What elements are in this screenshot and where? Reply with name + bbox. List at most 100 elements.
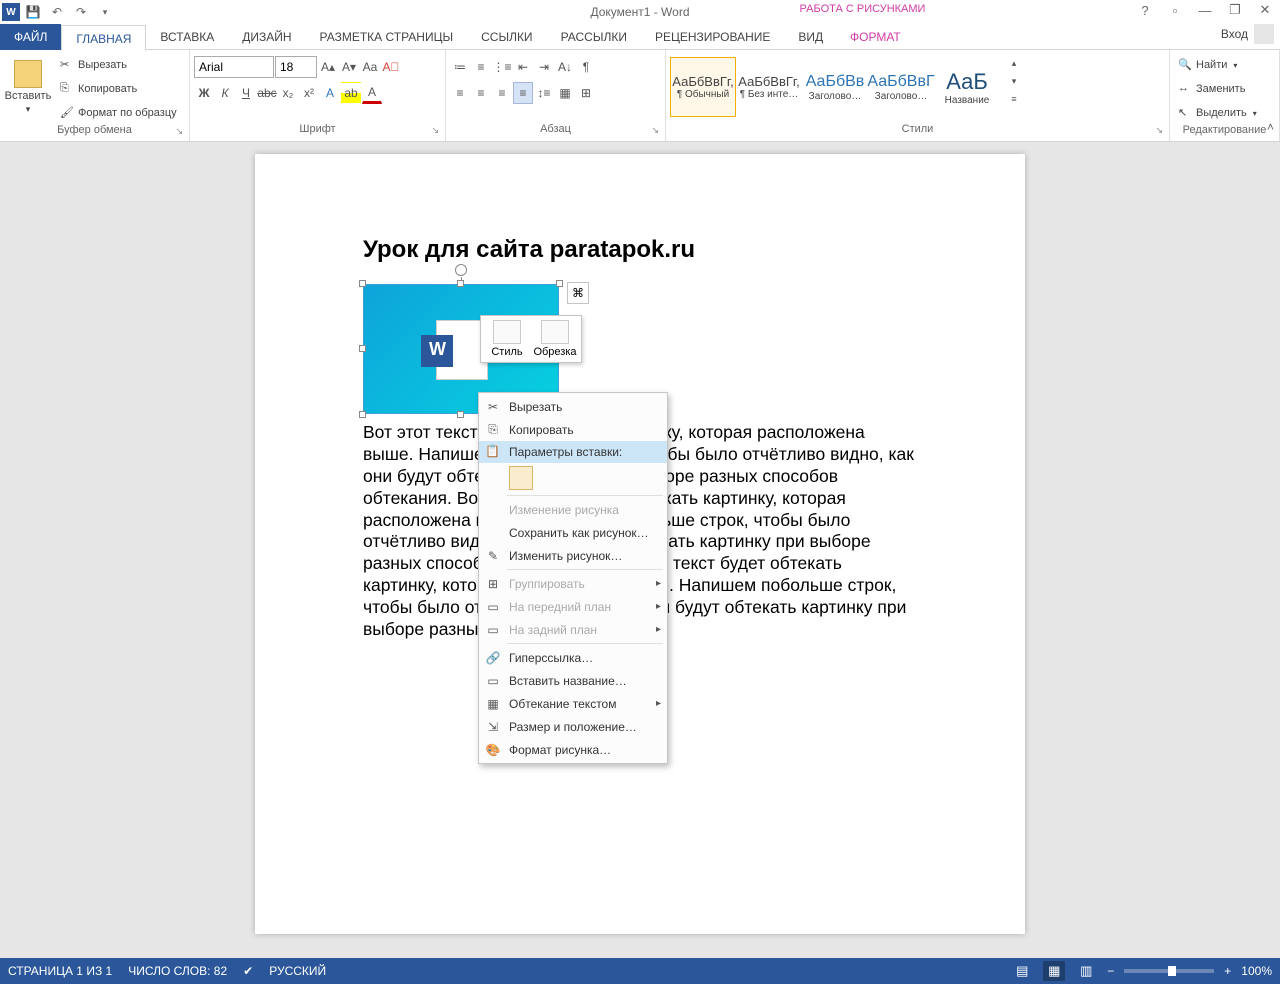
style-item[interactable]: АаБбВвГЗаголово… xyxy=(868,57,934,117)
ctx-text-wrap[interactable]: ▦Обтекание текстом▸ xyxy=(479,692,667,715)
status-words[interactable]: ЧИСЛО СЛОВ: 82 xyxy=(128,964,227,978)
highlight-icon[interactable]: ab xyxy=(341,82,361,104)
mini-style-button[interactable]: Стиль xyxy=(485,320,529,358)
font-name-combo[interactable] xyxy=(194,56,274,78)
borders-icon[interactable]: ⊞ xyxy=(576,82,596,104)
gallery-up-icon[interactable]: ▴ xyxy=(1004,54,1024,72)
undo-icon[interactable]: ↶ xyxy=(46,1,68,23)
subscript-icon[interactable]: x₂ xyxy=(278,82,298,104)
font-launcher-icon[interactable]: ↘ xyxy=(431,125,439,136)
find-button[interactable]: 🔍Найти▾ xyxy=(1174,54,1261,76)
rotate-handle-icon[interactable] xyxy=(455,264,467,276)
tab-view[interactable]: ВИД xyxy=(784,24,837,50)
tab-file[interactable]: ФАЙЛ xyxy=(0,24,61,50)
tab-insert[interactable]: ВСТАВКА xyxy=(146,24,228,50)
outdent-icon[interactable]: ⇤ xyxy=(513,56,533,78)
copy-button[interactable]: ⎘Копировать xyxy=(56,78,181,100)
resize-handle[interactable] xyxy=(457,411,464,418)
numbering-icon[interactable]: ≡ xyxy=(471,56,491,78)
help-icon[interactable]: ? xyxy=(1132,0,1158,20)
style-item[interactable]: АаБНазвание xyxy=(934,57,1000,117)
paste-button[interactable]: Вставить ▾ xyxy=(4,52,52,122)
zoom-out-icon[interactable]: − xyxy=(1107,964,1114,978)
layout-options-icon[interactable]: ⌘ xyxy=(567,282,589,304)
ribbon-display-icon[interactable]: ▫ xyxy=(1162,0,1188,20)
cut-button[interactable]: ✂Вырезать xyxy=(56,54,181,76)
tab-layout[interactable]: РАЗМЕТКА СТРАНИЦЫ xyxy=(306,24,468,50)
tab-references[interactable]: ССЫЛКИ xyxy=(467,24,546,50)
redo-icon[interactable]: ↷ xyxy=(70,1,92,23)
show-marks-icon[interactable]: ¶ xyxy=(576,56,596,78)
resize-handle[interactable] xyxy=(556,280,563,287)
clipboard-launcher-icon[interactable]: ↘ xyxy=(175,126,183,137)
tab-design[interactable]: ДИЗАЙН xyxy=(228,24,305,50)
zoom-level[interactable]: 100% xyxy=(1241,964,1272,978)
status-page[interactable]: СТРАНИЦА 1 ИЗ 1 xyxy=(8,964,112,978)
status-proof-icon[interactable]: ✔ xyxy=(243,964,253,978)
format-painter-button[interactable]: 🖌Формат по образцу xyxy=(56,102,181,124)
change-case-icon[interactable]: Aa xyxy=(360,56,380,78)
tab-format[interactable]: ФОРМАТ xyxy=(836,24,915,50)
zoom-in-icon[interactable]: + xyxy=(1224,964,1231,978)
view-read-icon[interactable]: ▤ xyxy=(1011,961,1033,981)
tab-home[interactable]: ГЛАВНАЯ xyxy=(61,25,146,51)
bullets-icon[interactable]: ≔ xyxy=(450,56,470,78)
ctx-cut[interactable]: ✂Вырезать xyxy=(479,395,667,418)
ctx-format-picture[interactable]: 🎨Формат рисунка… xyxy=(479,738,667,761)
select-button[interactable]: ↖Выделить▾ xyxy=(1174,102,1261,124)
ctx-insert-caption[interactable]: ▭Вставить название… xyxy=(479,669,667,692)
style-gallery[interactable]: АаБбВвГг,¶ ОбычныйАаБбВвГг,¶ Без инте…Аа… xyxy=(670,52,1000,122)
multilevel-icon[interactable]: ⋮≡ xyxy=(492,56,512,78)
ctx-hyperlink[interactable]: 🔗Гиперссылка… xyxy=(479,646,667,669)
view-print-icon[interactable]: ▦ xyxy=(1043,961,1065,981)
sign-in[interactable]: Вход xyxy=(1221,24,1274,44)
ctx-edit-picture[interactable]: ✎Изменить рисунок… xyxy=(479,544,667,567)
indent-icon[interactable]: ⇥ xyxy=(534,56,554,78)
grow-font-icon[interactable]: A▴ xyxy=(318,56,338,78)
para-launcher-icon[interactable]: ↘ xyxy=(651,125,659,136)
line-spacing-icon[interactable]: ↕≡ xyxy=(534,82,554,104)
italic-icon[interactable]: К xyxy=(215,82,235,104)
underline-icon[interactable]: Ч xyxy=(236,82,256,104)
save-icon[interactable]: 💾 xyxy=(22,1,44,23)
ctx-copy[interactable]: ⎘Копировать xyxy=(479,418,667,441)
align-center-icon[interactable]: ≡ xyxy=(471,82,491,104)
justify-icon[interactable]: ≡ xyxy=(513,82,533,104)
bold-icon[interactable]: Ж xyxy=(194,82,214,104)
zoom-slider[interactable] xyxy=(1124,969,1214,973)
status-language[interactable]: РУССКИЙ xyxy=(269,964,326,978)
style-item[interactable]: АаБбВвГг,¶ Обычный xyxy=(670,57,736,117)
paste-option-icon[interactable] xyxy=(509,466,533,490)
strike-icon[interactable]: abc xyxy=(257,82,277,104)
resize-handle[interactable] xyxy=(359,280,366,287)
replace-button[interactable]: ↔Заменить xyxy=(1174,78,1261,100)
clear-format-icon[interactable]: A⃠ xyxy=(381,56,401,78)
tab-mailings[interactable]: РАССЫЛКИ xyxy=(547,24,641,50)
qat-customize-icon[interactable]: ▾ xyxy=(94,1,116,23)
gallery-more-icon[interactable]: ≡ xyxy=(1004,90,1024,108)
ctx-save-as-picture[interactable]: Сохранить как рисунок… xyxy=(479,521,667,544)
shading-icon[interactable]: ▦ xyxy=(555,82,575,104)
resize-handle[interactable] xyxy=(457,280,464,287)
restore-icon[interactable]: ❐ xyxy=(1222,0,1248,20)
collapse-ribbon-icon[interactable]: ˄ xyxy=(1267,120,1274,134)
style-item[interactable]: АаБбВвЗаголово… xyxy=(802,57,868,117)
style-item[interactable]: АаБбВвГг,¶ Без инте… xyxy=(736,57,802,117)
view-web-icon[interactable]: ▥ xyxy=(1075,961,1097,981)
gallery-down-icon[interactable]: ▾ xyxy=(1004,72,1024,90)
text-effects-icon[interactable]: A xyxy=(320,82,340,104)
mini-crop-button[interactable]: Обрезка xyxy=(533,320,577,358)
tab-review[interactable]: РЕЦЕНЗИРОВАНИЕ xyxy=(641,24,784,50)
font-color-icon[interactable]: A xyxy=(362,82,382,104)
resize-handle[interactable] xyxy=(359,411,366,418)
ctx-size-position[interactable]: ⇲Размер и положение… xyxy=(479,715,667,738)
close-icon[interactable]: ✕ xyxy=(1252,0,1278,20)
resize-handle[interactable] xyxy=(359,345,366,352)
align-left-icon[interactable]: ≡ xyxy=(450,82,470,104)
shrink-font-icon[interactable]: A▾ xyxy=(339,56,359,78)
minimize-icon[interactable]: — xyxy=(1192,0,1218,20)
font-size-combo[interactable] xyxy=(275,56,317,78)
styles-launcher-icon[interactable]: ↘ xyxy=(1155,125,1163,136)
sort-icon[interactable]: A↓ xyxy=(555,56,575,78)
align-right-icon[interactable]: ≡ xyxy=(492,82,512,104)
